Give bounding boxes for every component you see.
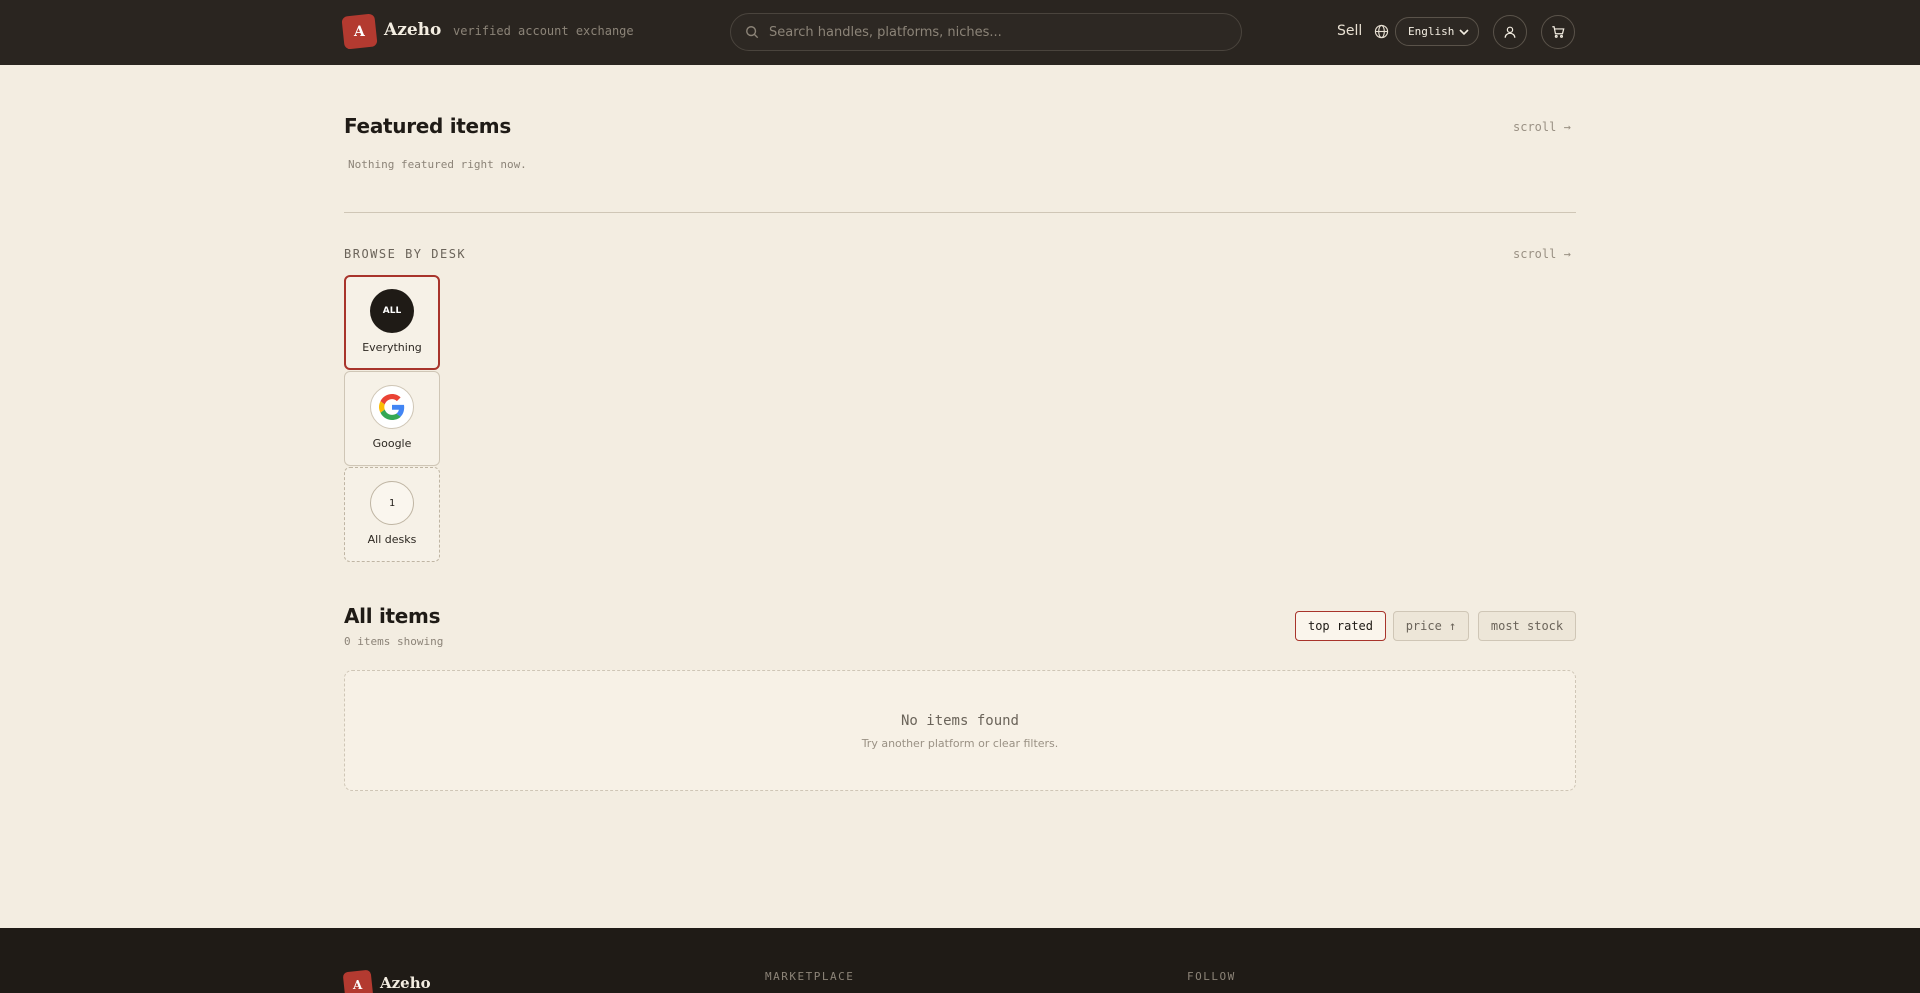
browse-kicker: BROWSE BY DESK [344,247,467,261]
featured-scroll-link[interactable]: scroll → [1513,120,1571,134]
language-select[interactable]: English [1395,17,1479,46]
brand-tagline: verified account exchange [453,24,634,38]
all-icon: ALL [370,289,414,333]
footer: A Azeho MARKETPLACE FOLLOW [0,928,1920,993]
desk-label: Google [372,437,412,450]
language-value: English [1408,25,1455,38]
empty-subtitle: Try another platform or clear filters. [861,737,1059,750]
cart-icon [1552,26,1565,38]
search-icon [746,26,759,39]
sort-most-stock[interactable]: most stock [1478,611,1576,641]
footer-logo[interactable]: A [342,969,374,993]
all-icon-text: ALL [382,306,402,316]
globe-icon [1374,24,1389,39]
featured-empty-text: Nothing featured right now. [348,158,527,171]
chevron-down-icon [1459,29,1469,36]
featured-title: Featured items [344,114,511,138]
search-input[interactable] [769,24,1229,40]
footer-heading-follow: FOLLOW [1187,970,1236,983]
items-count: 0 items showing [344,635,444,648]
desk-label: Everything [362,341,422,354]
brand-logo[interactable]: A [341,13,378,50]
account-button[interactable] [1493,15,1527,49]
sort-price[interactable]: price ↑ [1393,611,1469,641]
footer-heading-marketplace: MARKETPLACE [765,970,855,983]
footer-logo-letter: A [353,978,363,992]
sort-top-rated[interactable]: top rated [1295,611,1386,641]
desk-everything[interactable]: ALL Everything [344,275,440,370]
items-title: All items [344,604,441,628]
desk-count-badge: 1 [370,481,414,525]
empty-title: No items found [900,713,1019,729]
desk-all-desks[interactable]: 1 All desks [344,467,440,562]
footer-brand: Azeho [380,974,431,992]
cart-button[interactable] [1541,15,1575,49]
desk-count-text: 1 [388,497,396,509]
section-divider [344,212,1576,213]
google-icon [370,385,414,429]
search-bar[interactable] [730,13,1242,51]
desk-label: All desks [367,533,417,546]
user-icon [1504,26,1516,38]
desk-google[interactable]: Google [344,371,440,466]
empty-state: No items found Try another platform or c… [344,670,1576,791]
browse-scroll-link[interactable]: scroll → [1513,247,1571,261]
sell-link[interactable]: Sell [1337,23,1362,39]
logo-letter: A [354,23,365,40]
brand-name[interactable]: Azeho [384,20,441,40]
top-header: A Azeho verified account exchange Sell E… [0,0,1920,65]
